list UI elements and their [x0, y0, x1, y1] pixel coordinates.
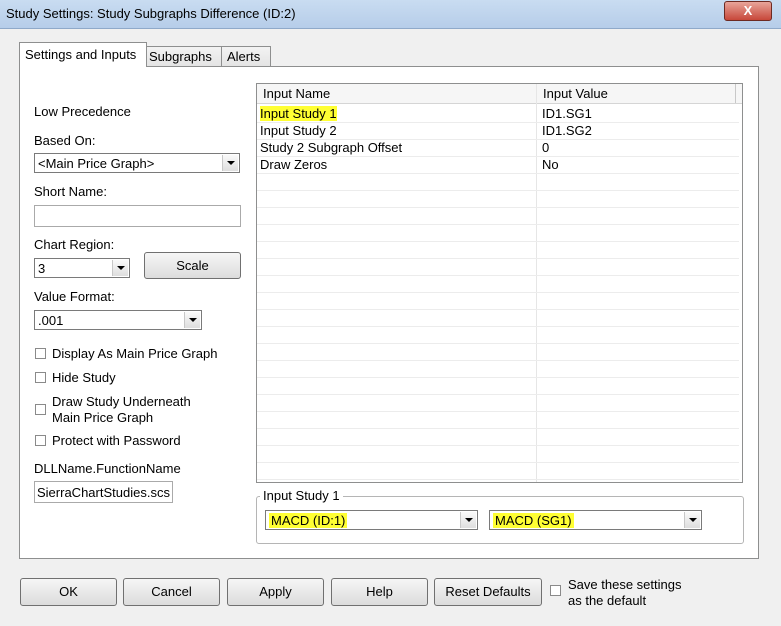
help-button[interactable]: Help: [331, 578, 428, 606]
row-name: Input Study 2: [260, 123, 337, 138]
hide-study-checkbox[interactable]: [35, 372, 46, 383]
display-as-main-checkbox[interactable]: [35, 348, 46, 359]
value-format-value: .001: [38, 313, 64, 328]
table-row[interactable]: Draw Zeros No: [257, 156, 739, 174]
empty-row: [257, 462, 739, 480]
table-row[interactable]: Input Study 2 ID1.SG2: [257, 122, 739, 140]
based-on-value: <Main Price Graph>: [38, 156, 155, 171]
empty-row: [257, 275, 739, 293]
save-default-label: Save these settings as the default: [568, 577, 682, 608]
empty-row: [257, 258, 739, 276]
empty-row: [257, 309, 739, 327]
grid-header: Input Name Input Value: [257, 84, 742, 104]
chevron-down-icon[interactable]: [184, 312, 200, 328]
empty-row: [257, 428, 739, 446]
empty-row: [257, 411, 739, 429]
chart-region-select[interactable]: 3: [34, 258, 130, 278]
precedence-label: Low Precedence: [34, 104, 131, 119]
input-study-select[interactable]: MACD (ID:1): [265, 510, 478, 530]
value-format-label: Value Format:: [34, 289, 115, 304]
empty-row: [257, 326, 739, 344]
hide-study-label: Hide Study: [52, 370, 116, 385]
row-name: Draw Zeros: [260, 157, 328, 172]
apply-button[interactable]: Apply: [227, 578, 324, 606]
based-on-select[interactable]: <Main Price Graph>: [34, 153, 240, 173]
table-row[interactable]: Input Study 1 ID1.SG1: [257, 105, 739, 123]
window-title: Study Settings: Study Subgraphs Differen…: [6, 6, 296, 21]
reset-defaults-button[interactable]: Reset Defaults: [434, 578, 542, 606]
dll-label: DLLName.FunctionName: [34, 461, 181, 476]
cancel-button[interactable]: Cancel: [123, 578, 220, 606]
chevron-down-icon[interactable]: [460, 512, 476, 528]
draw-underneath-checkbox[interactable]: [35, 404, 46, 415]
ok-button[interactable]: OK: [20, 578, 117, 606]
empty-row: [257, 292, 739, 310]
empty-row: [257, 224, 739, 242]
input-subgraph-select[interactable]: MACD (SG1): [489, 510, 702, 530]
empty-row: [257, 190, 739, 208]
value-format-select[interactable]: .001: [34, 310, 202, 330]
dll-value: SierraChartStudies.scs: [37, 485, 170, 500]
input-study-group-title: Input Study 1: [260, 488, 343, 503]
table-row[interactable]: Study 2 Subgraph Offset 0: [257, 139, 739, 157]
inputs-grid: Input Name Input Value Input Study 1 ID1…: [256, 83, 743, 483]
draw-underneath-label: Draw Study Underneath Main Price Graph: [52, 394, 191, 425]
dll-field: SierraChartStudies.scs: [34, 481, 173, 503]
empty-row: [257, 360, 739, 378]
chevron-down-icon[interactable]: [112, 260, 128, 276]
chevron-down-icon[interactable]: [684, 512, 700, 528]
protect-password-checkbox[interactable]: [35, 435, 46, 446]
chart-region-label: Chart Region:: [34, 237, 115, 252]
title-bar: Study Settings: Study Subgraphs Differen…: [0, 0, 781, 29]
empty-row: [257, 173, 739, 191]
empty-row: [257, 207, 739, 225]
empty-row: [257, 394, 739, 412]
row-value[interactable]: 0: [542, 140, 549, 155]
input-subgraph-value: MACD (SG1): [493, 513, 574, 528]
row-value[interactable]: ID1.SG2: [542, 123, 592, 138]
row-value[interactable]: ID1.SG1: [542, 106, 592, 121]
empty-row: [257, 241, 739, 259]
tab-settings-and-inputs[interactable]: Settings and Inputs: [19, 42, 147, 67]
protect-password-label: Protect with Password: [52, 433, 181, 448]
scale-button[interactable]: Scale: [144, 252, 241, 279]
chart-region-value: 3: [38, 261, 46, 276]
tab-alerts[interactable]: Alerts: [221, 46, 271, 67]
row-name: Study 2 Subgraph Offset: [260, 140, 403, 155]
chevron-down-icon[interactable]: [222, 155, 238, 171]
row-value[interactable]: No: [542, 157, 559, 172]
short-name-input[interactable]: [34, 205, 241, 227]
short-name-label: Short Name:: [34, 184, 107, 199]
col-input-name[interactable]: Input Name: [263, 86, 330, 101]
col-input-value[interactable]: Input Value: [543, 86, 608, 101]
empty-row: [257, 377, 739, 395]
based-on-label: Based On:: [34, 133, 96, 148]
display-as-main-label: Display As Main Price Graph: [52, 346, 218, 361]
close-button[interactable]: X: [724, 1, 772, 21]
row-name: Input Study 1: [260, 106, 337, 121]
tab-subgraphs[interactable]: Subgraphs: [143, 46, 223, 67]
empty-row: [257, 343, 739, 361]
empty-row: [257, 445, 739, 463]
save-default-checkbox[interactable]: [550, 585, 561, 596]
input-study-value: MACD (ID:1): [269, 513, 348, 528]
